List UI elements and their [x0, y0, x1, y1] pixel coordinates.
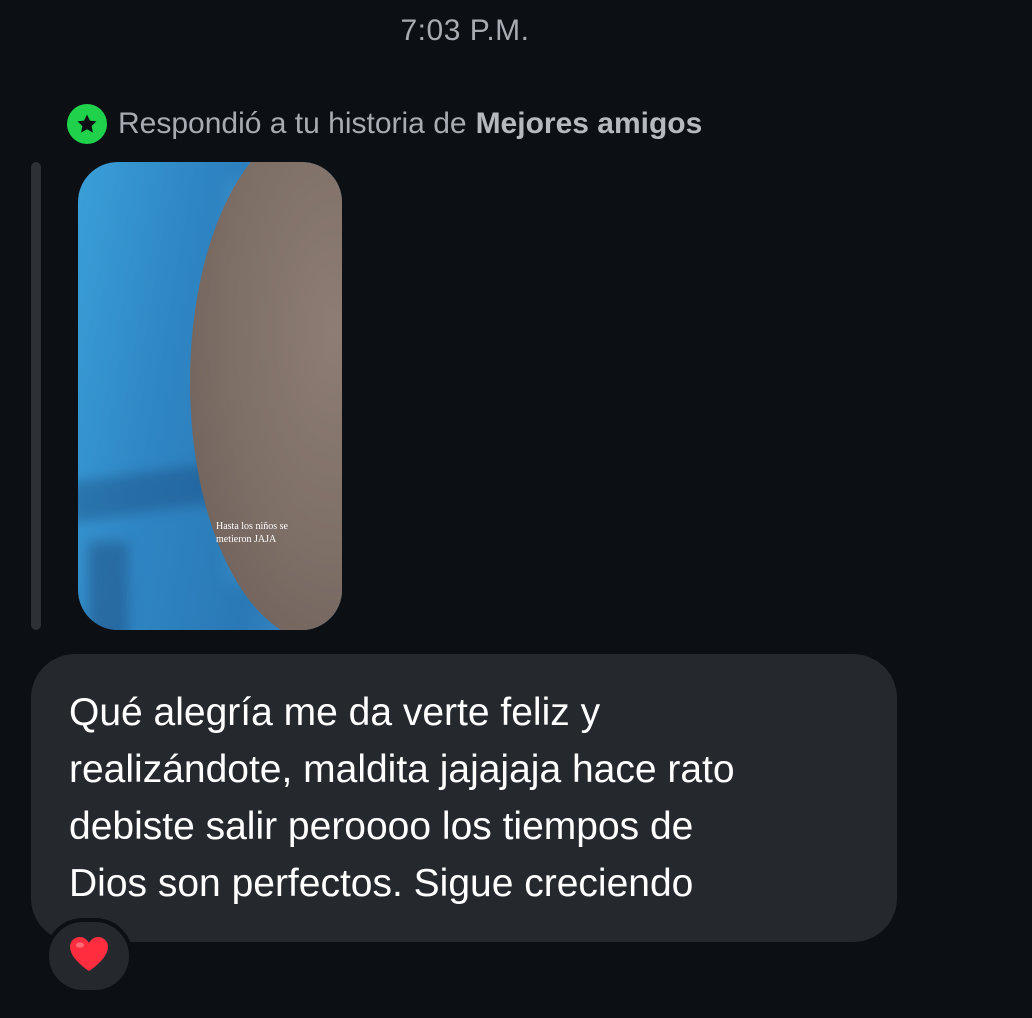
- story-caption-line: metieron JAJA: [216, 534, 277, 545]
- story-photo-shape: [190, 162, 342, 630]
- story-caption-line: Hasta los niños se: [216, 521, 288, 532]
- message-timestamp: 7:03 P.M.: [400, 14, 530, 47]
- shirt-fold: [88, 542, 128, 630]
- message-line: realizándote, maldita jajajaja hace rato: [69, 748, 735, 791]
- story-thumbnail[interactable]: Hasta los niños se metieron JAJA: [78, 162, 342, 630]
- message-line: debiste salir peroooo los tiempos de: [69, 805, 694, 848]
- message-line: Dios son perfectos. Sigue creciendo: [69, 862, 694, 905]
- message-line: Qué alegría me da verte feliz y: [69, 691, 601, 734]
- reaction-badge[interactable]: [45, 918, 133, 994]
- close-friends-label: Mejores amigos: [475, 107, 703, 140]
- heart-icon: [68, 935, 110, 978]
- reply-quote-bar: [31, 162, 41, 630]
- story-reply-header: Respondió a tu historia de Mejores amigo…: [67, 104, 702, 144]
- reply-header-text: Respondió a tu historia de: [118, 107, 467, 140]
- message-bubble[interactable]: Qué alegría me da verte feliz y realizán…: [31, 654, 897, 942]
- chat-thread: 7:03 P.M. Respondió a tu historia de Mej…: [0, 0, 1032, 1018]
- story-caption: Hasta los niños se metieron JAJA: [216, 520, 316, 546]
- star-icon: [67, 104, 107, 144]
